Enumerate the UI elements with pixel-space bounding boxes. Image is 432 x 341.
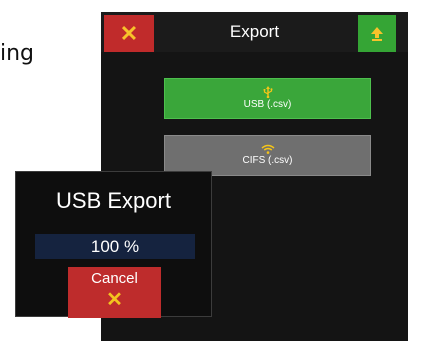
usb-label: USB (.csv) (243, 99, 292, 110)
background-text: ing (0, 41, 35, 66)
cifs-label: CIFS (.csv) (242, 155, 293, 166)
cancel-icon: ✕ (106, 289, 123, 311)
close-icon: ✕ (119, 20, 139, 46)
progress-text: 100 % (90, 236, 140, 256)
usb-icon (263, 86, 272, 98)
cancel-label: Cancel (91, 270, 138, 287)
close-button[interactable]: ✕ (104, 15, 154, 52)
usb-export-dialog: USB Export 100 % Cancel ✕ (15, 171, 212, 318)
header-bar: ✕ Export (101, 12, 408, 52)
usb-export-button[interactable]: USB (.csv) (164, 78, 371, 119)
cifs-export-button[interactable]: CIFS (.csv) (164, 135, 371, 176)
progress-bar: 100 % (35, 234, 195, 259)
page-title: Export (229, 22, 280, 41)
wifi-icon (261, 144, 274, 154)
cancel-button[interactable]: Cancel ✕ (68, 267, 161, 318)
upload-button[interactable] (358, 15, 396, 52)
upload-icon (371, 27, 383, 41)
dialog-title: USB Export (56, 188, 171, 213)
